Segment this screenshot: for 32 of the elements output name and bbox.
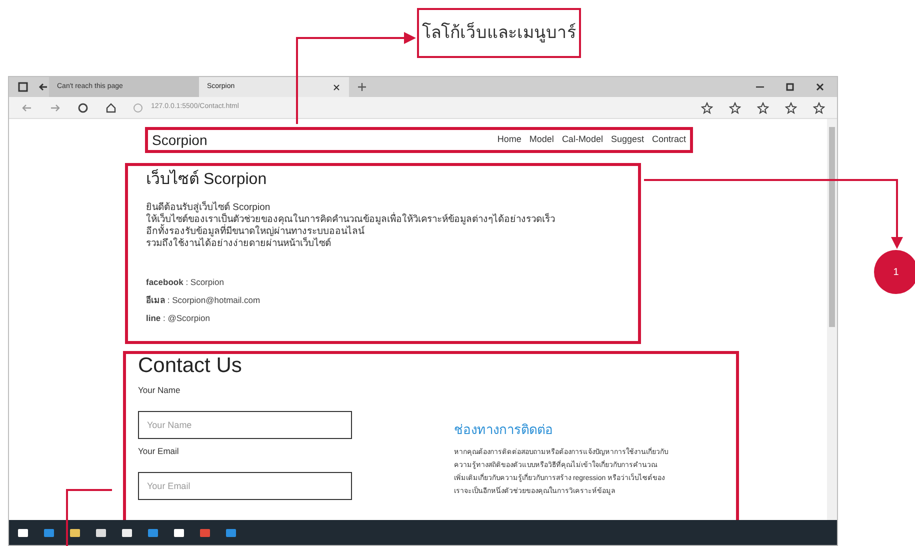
close-icon[interactable] (815, 82, 825, 92)
channels-title: ช่องทางการติดต่อ (454, 421, 554, 439)
scrollbar[interactable] (827, 119, 837, 520)
tab-icon[interactable] (17, 81, 29, 93)
intro-title: เว็บไซต์ Scorpion (146, 168, 268, 190)
forward-icon[interactable] (49, 102, 61, 114)
back-icon[interactable] (21, 102, 33, 114)
favorite-icon[interactable] (701, 102, 713, 114)
input-field[interactable]: Your Name (138, 410, 352, 439)
nav-link[interactable]: Suggest (610, 133, 644, 147)
nav-link[interactable]: Contract (652, 133, 686, 147)
home-icon[interactable] (105, 102, 117, 114)
contact-title: Contact Us (138, 354, 243, 378)
refresh-icon[interactable] (77, 102, 89, 114)
nav-link[interactable]: Cal-Model (562, 133, 603, 147)
contact-line: facebook : Scorpion (146, 276, 225, 289)
close-icon[interactable] (332, 82, 341, 92)
intro-paragraph: ยินดีต้อนรับสู่เว็บไซต์ Scorpion ให้เว็บไซต์ของเราเป็นตัวช่วยของคุณในการคิดคำนวณข้อมูลเพื่อให้วิเคราะห์ข้อมูลต่างๆได้อย่างรวดเร็ว อีกทั้งรองรับข้อมูลที่มีขนาดใหญ่ผ่านทางระบบออนไลน์ รวมถึงใช้งานได้อย่างง่ายดายผ่านหน้าเว็บไซต์ (146, 202, 556, 250)
site-logo[interactable]: Scorpion (152, 130, 490, 150)
back-tab-icon[interactable] (37, 81, 49, 93)
nav-link[interactable]: Model (529, 133, 554, 147)
nav-link[interactable]: Home (497, 133, 522, 147)
field-label: Your Email (138, 444, 180, 458)
new-tab-icon[interactable] (357, 82, 367, 92)
contact-line: อีเมล : Scorpion@hotmail.com (146, 294, 262, 306)
contact-line: line : @Scorpion (146, 312, 211, 324)
number-marker: 1 (874, 250, 915, 294)
leader-line (66, 489, 112, 546)
field-label: Your Name (138, 384, 182, 397)
maximize-icon[interactable] (785, 82, 795, 92)
input-field[interactable]: Your Email (138, 472, 352, 500)
callout-label: โลโก้เว็บและเมนูบาร์ (417, 8, 581, 58)
